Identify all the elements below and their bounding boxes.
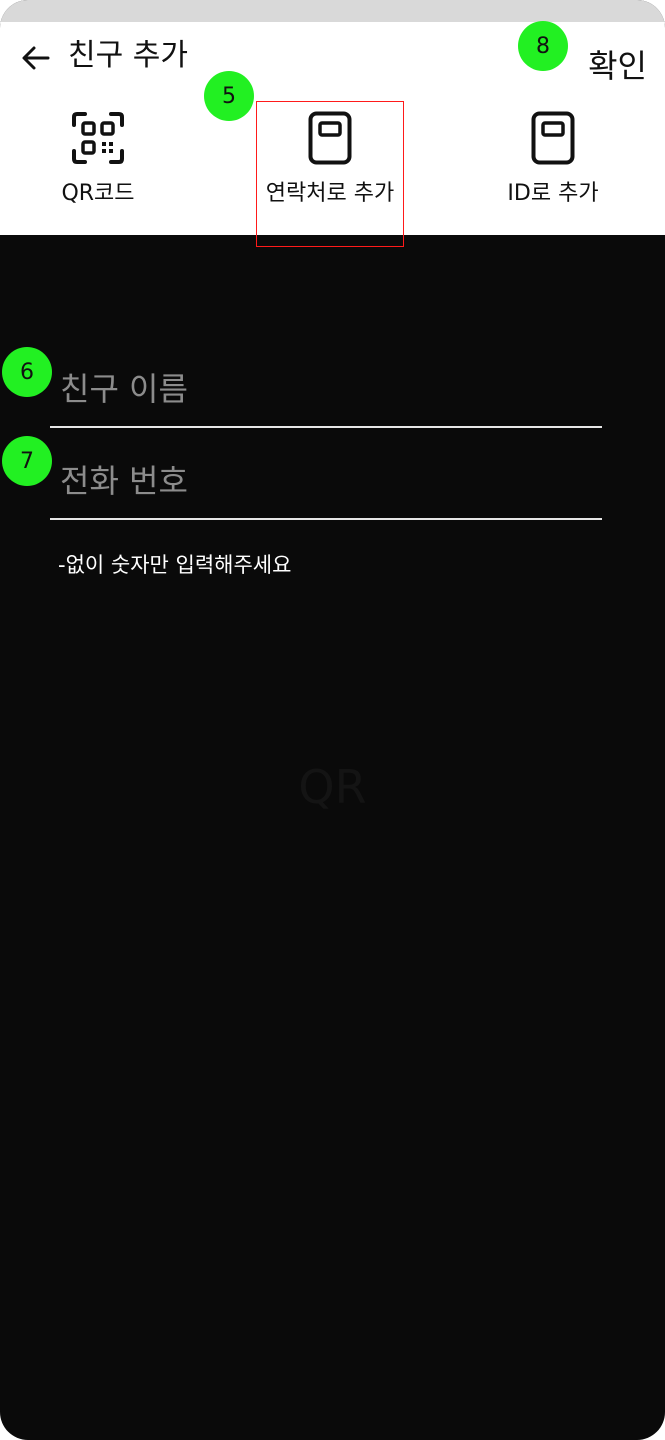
tab-contacts[interactable]: 연락처로 추가 <box>256 101 404 247</box>
tab-qr-code[interactable]: QR코드 <box>38 102 158 230</box>
divider <box>50 518 602 520</box>
arrow-left-icon <box>22 46 50 70</box>
phone-number-field <box>50 450 602 520</box>
tab-label: 연락처로 추가 <box>265 181 395 206</box>
friend-name-field <box>50 358 602 428</box>
friend-name-input[interactable] <box>58 358 602 420</box>
annotation-badge: 7 <box>2 436 52 486</box>
status-bar <box>0 0 665 22</box>
tab-label: QR코드 <box>61 181 135 206</box>
input-hint: -없이 숫자만 입력해주세요 <box>58 553 292 577</box>
tab-label: ID로 추가 <box>507 181 599 206</box>
annotation-badge: 5 <box>204 71 254 121</box>
background-label: QR <box>298 760 367 814</box>
contact-book-icon <box>300 108 360 168</box>
divider <box>50 426 602 428</box>
phone-screen: 친구 추가 확인 QR코드 연락처로 추가 ID로 추가 5 8 QR 친구 이… <box>0 0 665 1440</box>
annotation-badge: 8 <box>518 21 568 71</box>
tab-id[interactable]: ID로 추가 <box>488 102 618 230</box>
qr-code-icon <box>68 108 128 168</box>
page-title: 친구 추가 <box>68 38 188 73</box>
back-button[interactable] <box>18 40 54 76</box>
header: 친구 추가 확인 QR코드 연락처로 추가 ID로 추가 5 8 <box>0 21 665 247</box>
annotation-badge: 6 <box>2 347 52 397</box>
confirm-button[interactable]: 확인 <box>588 46 647 86</box>
phone-number-input[interactable] <box>58 450 602 512</box>
contact-book-icon <box>523 108 583 168</box>
